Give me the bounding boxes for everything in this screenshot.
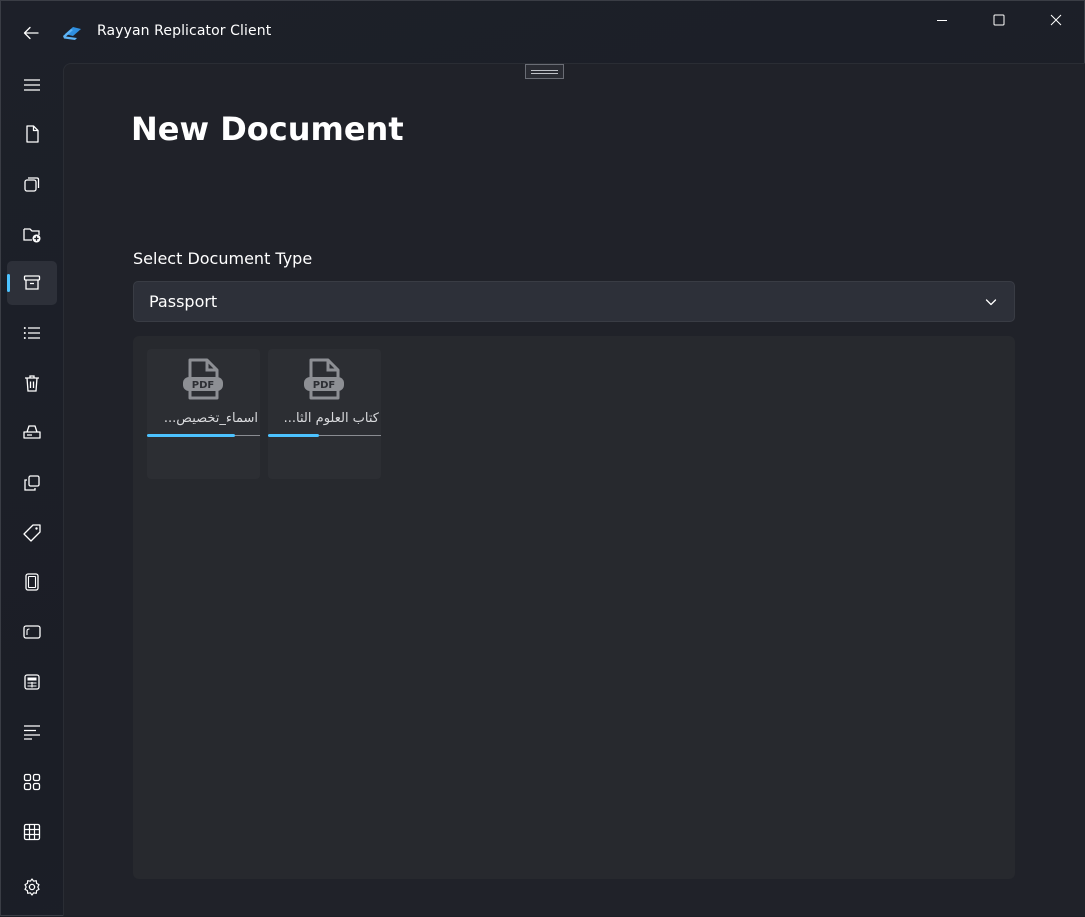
nav-item-scanner[interactable] — [7, 411, 57, 455]
nav-item-document[interactable] — [7, 112, 57, 156]
copies-icon — [24, 177, 40, 192]
text-align-left-icon — [24, 725, 40, 740]
file-name: اسماء_تخصيص... — [163, 411, 258, 426]
minimize-button[interactable] — [913, 1, 970, 39]
minimize-icon — [936, 20, 947, 21]
title-bar: Rayyan Replicator Client — [1, 1, 1085, 63]
pdf-file-icon: PDF — [183, 358, 223, 400]
nav-item-copies[interactable] — [7, 162, 57, 206]
back-arrow-icon — [23, 26, 39, 40]
document-type-label: Select Document Type — [133, 249, 313, 268]
close-icon — [1050, 14, 1061, 26]
files-panel: PDF اسماء_تخصيص... PDF كتاب العلوم الثا.… — [133, 336, 1015, 879]
upload-progress — [268, 434, 381, 437]
file-tile[interactable]: PDF كتاب العلوم الثا... — [268, 349, 381, 479]
maximize-icon — [993, 14, 1004, 26]
nav-item-new-folder[interactable] — [7, 212, 57, 256]
tablet-icon — [25, 573, 39, 591]
scanner-icon — [23, 425, 41, 439]
drag-handle-line — [531, 72, 558, 74]
nav-item-tags[interactable] — [7, 511, 57, 555]
chevron-down-icon — [985, 299, 997, 306]
main-content: New Document Select Document Type Passpo… — [63, 63, 1085, 916]
maximize-button[interactable] — [970, 1, 1027, 39]
app-title: Rayyan Replicator Client — [97, 23, 272, 39]
close-button[interactable] — [1027, 1, 1084, 39]
svg-text:PDF: PDF — [313, 380, 335, 391]
hamburger-menu-icon — [24, 79, 40, 91]
nav-item-settings[interactable] — [7, 865, 57, 909]
nav-item-table[interactable] — [7, 810, 57, 854]
navigation-sidebar — [1, 63, 63, 917]
app-window: Rayyan Replicator Client New Document Se… — [0, 0, 1085, 916]
drag-handle[interactable] — [525, 64, 564, 79]
file-name: كتاب العلوم الثا... — [283, 411, 379, 426]
progress-fill — [147, 434, 236, 437]
nav-item-tablet[interactable] — [7, 560, 57, 604]
back-button[interactable] — [13, 15, 49, 51]
app-logo-icon — [63, 27, 81, 40]
document-type-value: Passport — [149, 292, 218, 311]
nav-item-calendar[interactable] — [7, 660, 57, 704]
nav-item-text-lines[interactable] — [7, 710, 57, 754]
tag-icon — [23, 524, 41, 542]
nav-item-archive[interactable] — [7, 261, 57, 305]
nav-item-screen[interactable] — [7, 610, 57, 654]
nav-item-trash[interactable] — [7, 361, 57, 405]
table-grid-icon — [23, 823, 41, 841]
nav-menu-toggle[interactable] — [7, 63, 57, 107]
duplicate-icon — [24, 475, 40, 491]
drag-handle-line — [531, 69, 558, 71]
page-title: New Document — [131, 110, 404, 148]
pdf-file-icon: PDF — [304, 358, 344, 400]
nav-item-list[interactable] — [7, 311, 57, 355]
nav-item-apps[interactable] — [7, 760, 57, 804]
trash-icon — [25, 375, 39, 392]
folder-add-icon — [23, 228, 41, 243]
bulleted-list-icon — [23, 327, 40, 339]
calendar-table-icon — [24, 674, 40, 690]
document-type-dropdown[interactable]: Passport — [133, 281, 1015, 322]
progress-fill — [268, 434, 319, 437]
svg-text:PDF: PDF — [192, 380, 214, 391]
file-tile[interactable]: PDF اسماء_تخصيص... — [147, 349, 260, 479]
document-icon — [26, 125, 39, 143]
upload-progress — [147, 434, 260, 437]
nav-item-duplicate[interactable] — [7, 461, 57, 505]
settings-icon — [24, 878, 40, 896]
apps-grid-icon — [23, 773, 41, 791]
archive-icon — [23, 275, 41, 290]
screen-icon — [23, 625, 41, 639]
